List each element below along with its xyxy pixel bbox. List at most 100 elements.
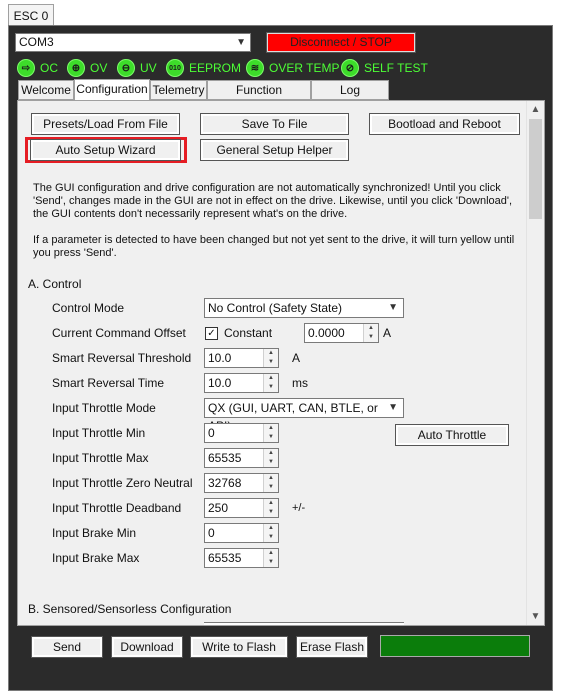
info-line: The GUI configuration and drive configur… — [33, 182, 501, 194]
spin-down-icon[interactable]: ▼ — [264, 533, 278, 542]
spin-arrows[interactable]: ▲ ▼ — [363, 324, 378, 342]
tab-telemetry[interactable]: Telemetry — [150, 80, 207, 100]
spin-down-icon[interactable]: ▼ — [264, 383, 278, 392]
spin-up-icon[interactable]: ▲ — [264, 549, 278, 558]
spin-arrows[interactable]: ▲ ▼ — [263, 449, 278, 467]
throttle-deadband-value: 250 — [208, 501, 229, 515]
spin-up-icon[interactable]: ▲ — [264, 499, 278, 508]
send-button[interactable]: Send — [31, 636, 103, 658]
status-uv: ⊖ UV — [117, 58, 157, 78]
spin-down-icon[interactable]: ▼ — [264, 358, 278, 367]
throttle-zero-input[interactable]: 32768 ▲ ▼ — [204, 473, 279, 493]
erase-flash-button[interactable]: Erase Flash — [296, 636, 368, 658]
write-to-flash-button[interactable]: Write to Flash — [190, 636, 288, 658]
spin-down-icon[interactable]: ▼ — [364, 333, 378, 342]
status-progress-bar — [380, 635, 530, 657]
bootload-reboot-button[interactable]: Bootload and Reboot — [369, 113, 520, 135]
download-button[interactable]: Download — [111, 636, 183, 658]
throttle-max-value: 65535 — [208, 451, 242, 465]
spin-up-icon[interactable]: ▲ — [264, 349, 278, 358]
throttle-zero-label: Input Throttle Zero Neutral — [52, 476, 193, 490]
throttle-deadband-unit: +/- — [292, 502, 306, 514]
spin-arrows[interactable]: ▲ ▼ — [263, 349, 278, 367]
brake-max-input[interactable]: 65535 ▲ ▼ — [204, 548, 279, 568]
com-port-value: COM3 — [19, 35, 54, 49]
tab-configuration[interactable]: Configuration — [74, 79, 150, 101]
throttle-min-input[interactable]: 0 ▲ ▼ — [204, 423, 279, 443]
control-mode-value: No Control (Safety State) — [208, 301, 343, 315]
auto-setup-wizard-button[interactable]: Auto Setup Wizard — [30, 139, 181, 161]
general-setup-helper-button[interactable]: General Setup Helper — [200, 139, 349, 161]
command-offset-value: 0.0000 — [308, 326, 345, 340]
command-offset-label: Current Command Offset — [52, 326, 186, 340]
brake-max-value: 65535 — [208, 551, 242, 565]
temperature-status-icon: ≋ — [246, 59, 264, 77]
spin-arrows[interactable]: ▲ ▼ — [263, 549, 278, 567]
control-mode-label: Control Mode — [52, 301, 125, 315]
chevron-down-icon: ▼ — [236, 37, 246, 48]
spin-up-icon[interactable]: ▲ — [264, 474, 278, 483]
spin-up-icon[interactable]: ▲ — [264, 374, 278, 383]
constant-checkbox[interactable]: ✓ Constant — [205, 326, 272, 340]
scroll-down-icon[interactable]: ▼ — [527, 608, 544, 625]
presets-load-button[interactable]: Presets/Load From File — [31, 113, 180, 135]
reversal-time-value: 10.0 — [208, 376, 232, 390]
spin-up-icon[interactable]: ▲ — [264, 449, 278, 458]
spin-down-icon[interactable]: ▼ — [264, 458, 278, 467]
spin-arrows[interactable]: ▲ ▼ — [263, 499, 278, 517]
scroll-thumb[interactable] — [529, 119, 542, 219]
reversal-time-input[interactable]: 10.0 ▲ ▼ — [204, 373, 279, 393]
info-line: 'Send', changes made in the GUI are not … — [33, 195, 513, 207]
reversal-threshold-input[interactable]: 10.0 ▲ ▼ — [204, 348, 279, 368]
status-eeprom: 010 EEPROM — [166, 58, 241, 78]
status-self-test: ⊘ SELF TEST — [341, 58, 428, 78]
reversal-threshold-value: 10.0 — [208, 351, 232, 365]
save-to-file-button[interactable]: Save To File — [200, 113, 349, 135]
control-mode-select[interactable]: No Control (Safety State) ▼ — [204, 298, 404, 318]
reversal-threshold-unit: A — [292, 351, 301, 365]
uv-status-icon: ⊖ — [117, 59, 135, 77]
throttle-min-value: 0 — [208, 426, 215, 440]
auto-throttle-button[interactable]: Auto Throttle — [395, 424, 509, 446]
tab-welcome[interactable]: Welcome — [18, 80, 74, 100]
spin-arrows[interactable]: ▲ ▼ — [263, 424, 278, 442]
command-offset-input[interactable]: 0.0000 ▲ ▼ — [304, 323, 379, 343]
disconnect-button[interactable]: Disconnect / STOP — [266, 32, 416, 53]
status-over-temp-label: OVER TEMP — [269, 61, 340, 75]
spin-up-icon[interactable]: ▲ — [264, 424, 278, 433]
throttle-mode-select[interactable]: QX (GUI, UART, CAN, BTLE, or API) ▼ — [204, 398, 404, 433]
spin-arrows[interactable]: ▲ ▼ — [263, 524, 278, 542]
tab-log-download[interactable]: Log Download — [311, 80, 389, 115]
status-oc-label: OC — [40, 61, 58, 75]
top-strip — [0, 0, 561, 4]
section-b-title: B. Sensored/Sensorless Configuration — [28, 602, 232, 616]
tab-esc-0[interactable]: ESC 0 — [8, 4, 54, 26]
brake-min-value: 0 — [208, 526, 215, 540]
throttle-deadband-input[interactable]: 250 ▲ ▼ — [204, 498, 279, 518]
spin-down-icon[interactable]: ▼ — [264, 483, 278, 492]
checkmark-icon[interactable]: ✓ — [205, 326, 218, 340]
throttle-zero-value: 32768 — [208, 476, 242, 490]
oc-status-icon: ⇨ — [17, 59, 35, 77]
throttle-max-input[interactable]: 65535 ▲ ▼ — [204, 448, 279, 468]
status-ov: ⊕ OV — [67, 58, 107, 78]
com-port-select[interactable]: COM3 ▼ — [15, 33, 251, 52]
spin-down-icon[interactable]: ▼ — [264, 433, 278, 442]
tab-function-generator[interactable]: Function Generator — [207, 80, 311, 115]
status-oc: ⇨ OC — [17, 58, 58, 78]
info-line: the GUI contents don't necessarily repre… — [33, 208, 348, 220]
spin-up-icon[interactable]: ▲ — [364, 324, 378, 333]
spin-up-icon[interactable]: ▲ — [264, 524, 278, 533]
brake-min-input[interactable]: 0 ▲ ▼ — [204, 523, 279, 543]
spin-arrows[interactable]: ▲ ▼ — [263, 474, 278, 492]
status-uv-label: UV — [140, 61, 157, 75]
info-line: you press 'Send'. — [33, 247, 117, 259]
brake-min-label: Input Brake Min — [52, 526, 137, 540]
section-b-field-edge — [204, 622, 404, 625]
spin-arrows[interactable]: ▲ ▼ — [263, 374, 278, 392]
spin-down-icon[interactable]: ▼ — [264, 558, 278, 567]
spin-down-icon[interactable]: ▼ — [264, 508, 278, 517]
scroll-up-icon[interactable]: ▲ — [527, 101, 544, 118]
info-line: If a parameter is detected to have been … — [33, 234, 515, 246]
vertical-scrollbar[interactable]: ▲ ▼ — [526, 101, 544, 625]
